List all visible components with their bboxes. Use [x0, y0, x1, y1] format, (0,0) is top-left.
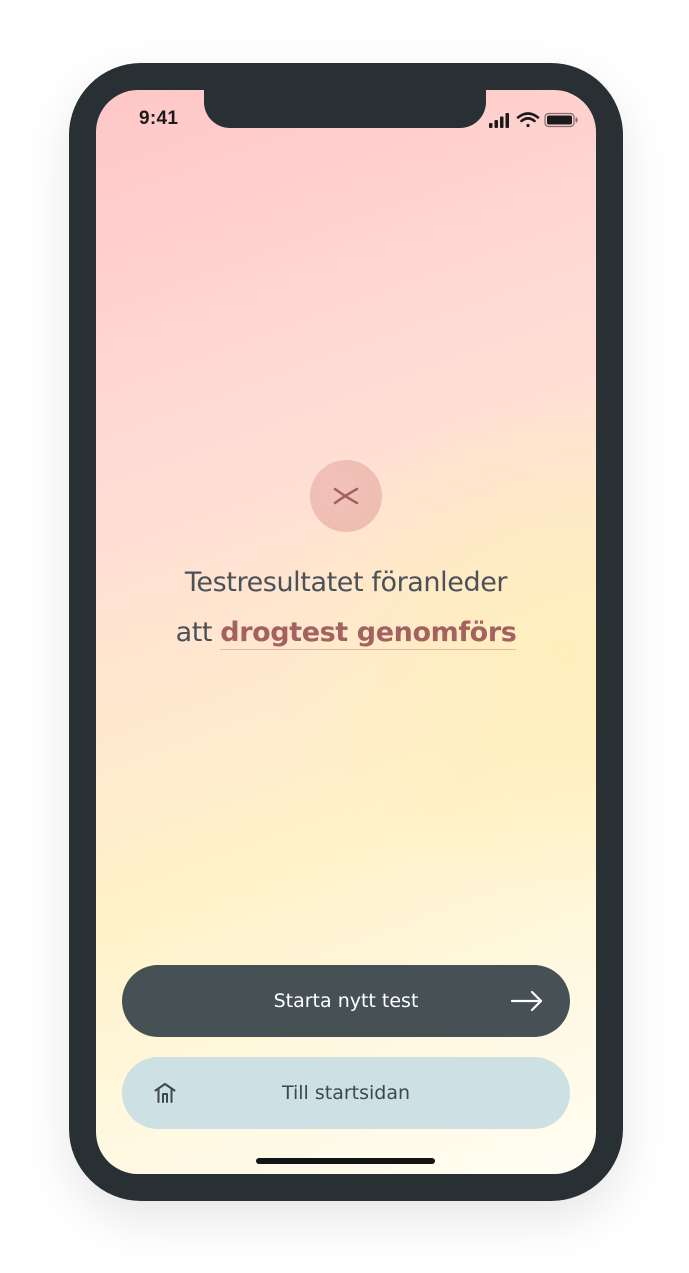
result-headline: Testresultatet föranleder att drogtest g…: [96, 558, 596, 658]
headline-line-1: Testresultatet föranleder: [184, 567, 508, 598]
start-new-test-button[interactable]: Starta nytt test: [122, 965, 570, 1037]
close-icon: [333, 487, 359, 505]
start-new-test-label: Starta nytt test: [273, 990, 419, 1012]
headline-emphasis: drogtest genomförs: [220, 617, 517, 650]
go-to-home-button[interactable]: Till startsidan: [122, 1057, 570, 1129]
device-notch: [204, 90, 486, 128]
home-indicator-bar[interactable]: [256, 1158, 435, 1164]
arrow-right-icon: [510, 990, 543, 1012]
wifi-icon: [516, 112, 540, 128]
result-status-badge: [310, 460, 382, 532]
go-to-home-label: Till startsidan: [281, 1082, 411, 1104]
headline-prefix: att: [175, 617, 221, 648]
battery-icon: [544, 112, 578, 128]
status-bar-icons: [489, 112, 578, 128]
cellular-signal-icon: [489, 113, 509, 128]
headline-line-2: att drogtest genomförs: [96, 608, 596, 658]
status-bar-time: 9:41: [139, 108, 179, 129]
